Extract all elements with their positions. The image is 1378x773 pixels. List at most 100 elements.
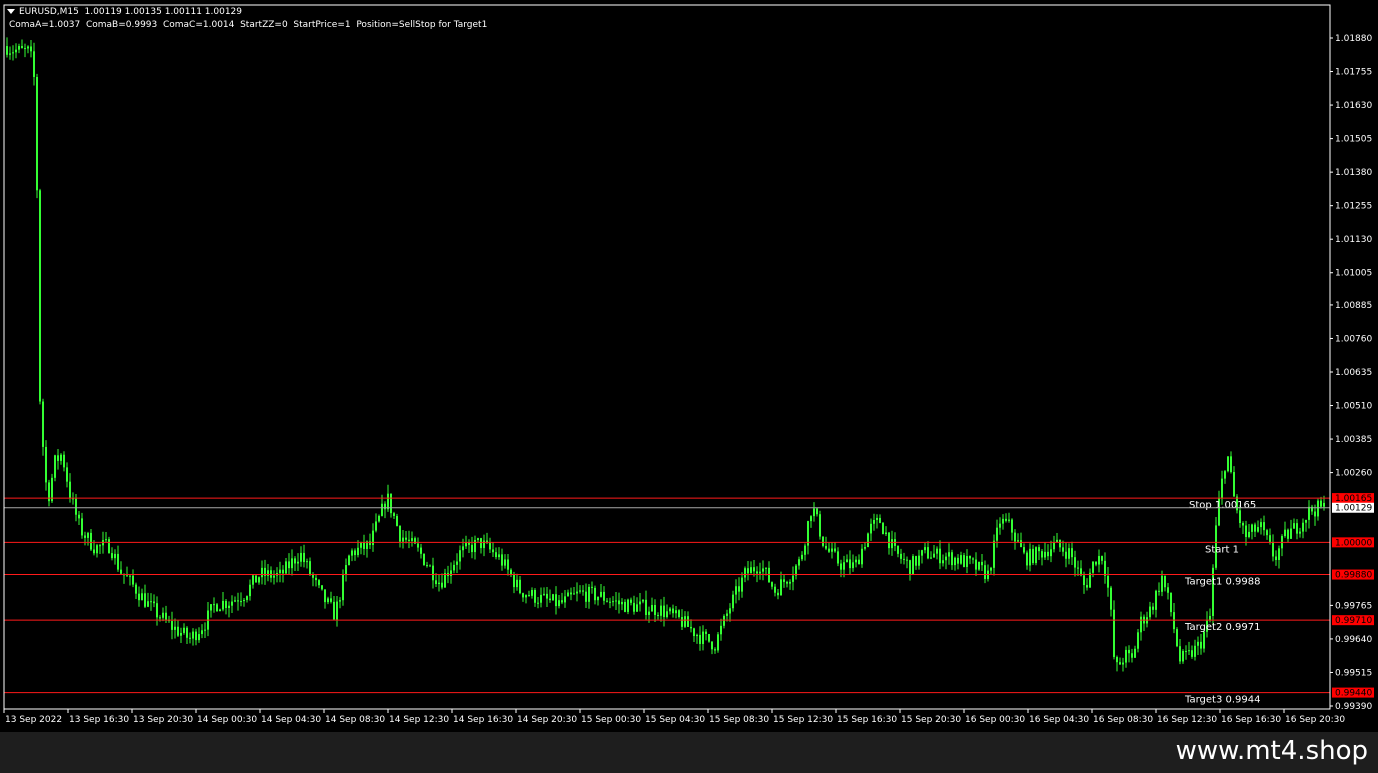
candle-body [825,545,827,549]
candle-body [975,559,977,570]
candle-body [1059,539,1061,548]
candle-body [390,493,392,514]
candle-body [504,559,506,566]
candle-body [822,536,824,546]
candle-body [90,532,92,550]
candle-body [741,577,743,592]
candle-body [990,567,992,571]
candle-body [195,631,197,641]
price-tick-label: 1.00260 [1335,469,1372,479]
candle-body [42,401,44,447]
candle-body [858,559,860,565]
candle-body [540,594,542,603]
candle-body [1095,561,1097,565]
time-tick-label: 14 Sep 08:30 [325,715,385,725]
candle-body [144,593,146,607]
candle-body [507,559,509,570]
candle-body [108,539,110,554]
candle-body [372,530,374,546]
candle-body [1179,646,1181,662]
candle-body [1185,651,1187,653]
candle-body [537,602,539,604]
candle-body [750,567,752,574]
candle-body [453,564,455,571]
chart-window[interactable]: 1.00165 Stop 1.00165 1.00000 Start 1 0.99880… [0,0,1378,732]
candle-body [876,517,878,520]
candle-body [273,575,275,578]
candle-body [738,586,740,592]
candle-body [570,592,572,595]
candle-body [84,535,86,538]
candle-body [903,558,905,560]
candle-body [792,575,794,582]
candle-body [60,454,62,461]
candle-body [531,589,533,596]
candle-body [129,575,131,577]
candle-body [1167,587,1169,593]
candle-body [354,550,356,556]
candle-body [897,545,899,554]
candle-body [816,508,818,515]
candle-body [432,565,434,581]
chart-menu-arrow-icon[interactable] [7,9,15,14]
price-tick-label: 1.00885 [1335,301,1372,311]
candle-body [1044,551,1046,558]
candle-body [456,561,458,565]
candle-body [1086,585,1088,588]
candle-body [555,594,557,607]
candle-body [249,584,251,597]
candle-body [594,587,596,601]
candle-body [873,519,875,524]
candle-body [999,523,1001,528]
candle-body [1299,531,1301,534]
candle-body [45,446,47,483]
candle-body [336,601,338,620]
candle-body [885,532,887,535]
level-text-start: Start 1 [1205,544,1239,555]
candle-body [771,582,773,587]
candle-body [870,523,872,534]
time-tick-label: 13 Sep 2022 [5,715,62,725]
candle-body [1293,523,1295,529]
candle-body [246,596,248,600]
candle-body [309,561,311,575]
candle-body [615,600,617,602]
price-chart[interactable]: 1.00165 Stop 1.00165 1.00000 Start 1 0.99880… [0,0,1378,732]
candle-body [1056,539,1058,543]
candle-body [1068,548,1070,559]
candle-body [1137,632,1139,649]
candle-body [1032,548,1034,564]
candle-body [1002,518,1004,524]
candle-body [648,611,650,615]
candle-body [15,49,17,53]
candle-body [339,600,341,602]
candle-body [765,567,767,569]
candle-body [294,558,296,564]
time-tick-label: 13 Sep 20:30 [133,715,193,725]
candle-body [1287,529,1289,539]
price-tick-label: 1.01505 [1335,135,1372,145]
candle-body [417,543,419,548]
candle-body [1251,524,1253,532]
candle-body [672,608,674,614]
candle-body [1284,529,1286,537]
candle-body [597,596,599,601]
candle-body [558,600,560,607]
candle-body [483,540,485,549]
candle-body [1116,656,1118,663]
price-tick-label: 0.99765 [1335,601,1372,611]
candle-body [1230,456,1232,473]
candle-body [900,553,902,559]
candle-body [1320,500,1322,507]
price-tick-label: 1.01630 [1335,101,1372,111]
candle-body [1275,556,1277,560]
candle-body [471,544,473,553]
candle-body [300,552,302,562]
indicator-params: ComaA=1.0037 ComaB=0.9993 ComaC=1.0014 S… [9,20,488,30]
candle-body [1110,587,1112,610]
price-tick-label: 1.00385 [1335,435,1372,445]
candle-body [690,626,692,629]
candle-body [891,539,893,549]
candle-body [609,601,611,603]
candle-body [1233,472,1235,497]
